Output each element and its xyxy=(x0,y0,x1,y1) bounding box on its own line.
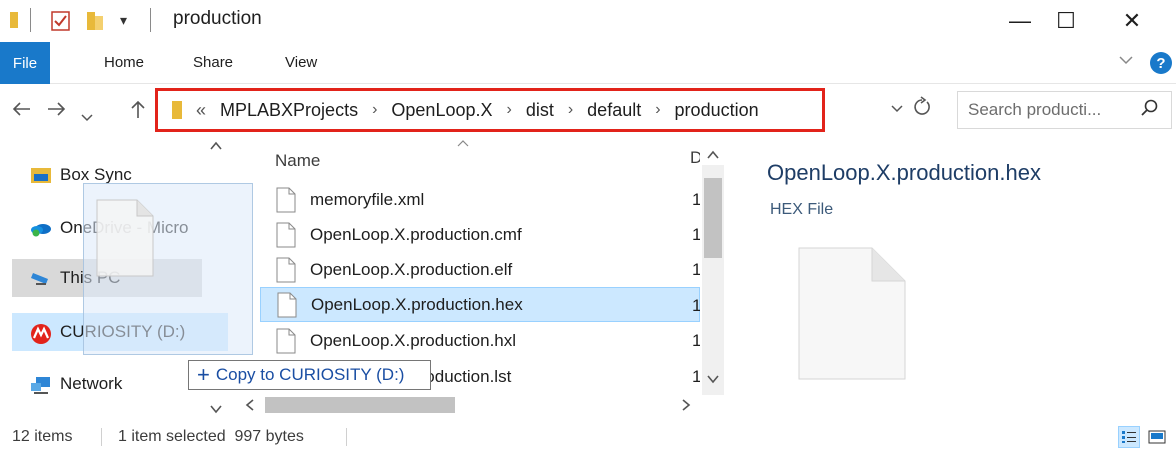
file-name: OpenLoop.X.production.hex xyxy=(311,294,523,314)
column-header-name[interactable]: Name xyxy=(275,151,320,171)
list-scroll-down-icon[interactable] xyxy=(706,372,720,390)
tab-home[interactable]: Home xyxy=(104,54,144,71)
preview-document-icon xyxy=(797,246,907,386)
list-item[interactable]: memoryfile.xml xyxy=(260,182,700,217)
box-sync-icon xyxy=(30,166,52,184)
list-scroll-up-icon[interactable] xyxy=(706,148,720,166)
file-date-clipped: 1 xyxy=(692,260,700,279)
chevron-right-icon[interactable]: › xyxy=(372,101,377,119)
maximize-button[interactable]: ☐ xyxy=(1038,0,1094,42)
network-icon xyxy=(30,375,52,394)
up-arrow-icon[interactable] xyxy=(128,98,148,126)
chevron-right-icon[interactable]: › xyxy=(655,101,660,119)
document-icon xyxy=(276,187,296,212)
preview-filename: OpenLoop.X.production.hex xyxy=(767,160,1041,185)
help-icon[interactable]: ? xyxy=(1150,52,1172,74)
scroll-left-icon[interactable] xyxy=(244,398,256,417)
breadcrumb-item-mplabxprojects[interactable]: MPLABXProjects xyxy=(220,100,358,121)
refresh-icon[interactable] xyxy=(912,96,932,124)
document-icon xyxy=(277,292,297,317)
list-item[interactable]: OpenLoop.X.production.elf xyxy=(260,252,700,287)
nav-scroll-up-icon[interactable] xyxy=(209,140,223,155)
folder-icon xyxy=(8,10,20,35)
chevron-right-icon[interactable]: › xyxy=(568,101,573,119)
forward-arrow-icon[interactable] xyxy=(46,98,68,126)
details-view-icon[interactable] xyxy=(1118,426,1140,448)
status-selection: 1 item selected 997 bytes xyxy=(118,428,304,445)
this-pc-icon xyxy=(30,269,52,287)
toolbar-separator xyxy=(30,8,31,32)
file-date-clipped: 1 xyxy=(692,190,700,209)
onedrive-icon xyxy=(30,219,52,237)
address-history-dropdown-icon[interactable] xyxy=(890,102,904,118)
list-item[interactable]: OpenLoop.X.production.cmf xyxy=(260,217,700,252)
document-icon xyxy=(95,198,155,283)
file-date-clipped: 1 xyxy=(692,225,700,244)
ribbon xyxy=(0,42,1176,84)
document-icon xyxy=(276,328,296,353)
file-date-clipped: 1 xyxy=(692,331,700,350)
list-item-selected[interactable]: OpenLoop.X.production.hex xyxy=(260,287,700,322)
breadcrumb-item-default[interactable]: default xyxy=(587,100,641,121)
file-name: OpenLoop.X.production.elf xyxy=(310,259,513,279)
properties-icon[interactable] xyxy=(50,10,72,37)
sort-ascending-icon xyxy=(456,137,470,151)
sidebar-item-label: Box Sync xyxy=(60,165,132,184)
status-item-count: 12 items xyxy=(12,428,73,445)
expand-ribbon-icon[interactable] xyxy=(1118,52,1134,73)
folder-icon xyxy=(170,99,184,121)
file-date-clipped: 1 xyxy=(692,296,700,315)
plus-icon: + xyxy=(197,362,210,387)
status-separator xyxy=(346,428,347,446)
breadcrumb-item-dist[interactable]: dist xyxy=(526,100,554,121)
file-date-clipped: 1 xyxy=(692,367,700,386)
file-list-scroll-thumb[interactable] xyxy=(704,178,722,258)
title-separator xyxy=(150,8,151,32)
breadcrumb-item-openloop-x[interactable]: OpenLoop.X xyxy=(391,100,492,121)
scroll-right-icon[interactable] xyxy=(680,398,692,417)
window-title: production xyxy=(173,8,262,29)
recent-locations-icon[interactable] xyxy=(80,104,94,130)
breadcrumb-item-production[interactable]: production xyxy=(675,100,759,121)
large-icons-view-icon[interactable] xyxy=(1146,426,1168,448)
breadcrumb-overflow[interactable]: « xyxy=(196,100,206,121)
search-input[interactable]: Search producti... xyxy=(968,100,1101,120)
chevron-right-icon[interactable]: › xyxy=(507,101,512,119)
nav-scroll-down-icon[interactable] xyxy=(209,402,223,420)
search-icon[interactable] xyxy=(1140,98,1160,123)
drag-copy-tooltip: + Copy to CURIOSITY (D:) xyxy=(188,360,431,390)
new-folder-icon[interactable] xyxy=(84,10,106,37)
tab-file[interactable]: File xyxy=(0,42,50,84)
document-icon xyxy=(276,257,296,282)
tab-view[interactable]: View xyxy=(285,54,317,71)
file-name: OpenLoop.X.production.cmf xyxy=(310,224,522,244)
list-item[interactable]: OpenLoop.X.production.hxl xyxy=(260,323,700,358)
back-arrow-icon[interactable] xyxy=(10,98,32,126)
tab-share[interactable]: Share xyxy=(193,54,233,71)
preview-filetype: HEX File xyxy=(770,201,834,218)
close-button[interactable]: ✕ xyxy=(1104,0,1160,42)
breadcrumb: « MPLABXProjects › OpenLoop.X › dist › d… xyxy=(170,96,759,124)
document-icon xyxy=(276,222,296,247)
drive-icon xyxy=(30,323,52,344)
drag-copy-text: Copy to CURIOSITY (D:) xyxy=(215,365,405,384)
sidebar-item-network[interactable]: Network xyxy=(30,370,122,398)
file-name: OpenLoop.X.production.hxl xyxy=(310,330,517,350)
qa-dropdown-icon[interactable]: ▾ xyxy=(120,12,127,29)
horizontal-scroll-thumb[interactable] xyxy=(265,397,455,413)
column-header-date[interactable]: D xyxy=(690,148,700,168)
file-name: memoryfile.xml xyxy=(310,189,425,209)
status-separator xyxy=(101,428,102,446)
sidebar-item-label: Network xyxy=(60,374,123,393)
